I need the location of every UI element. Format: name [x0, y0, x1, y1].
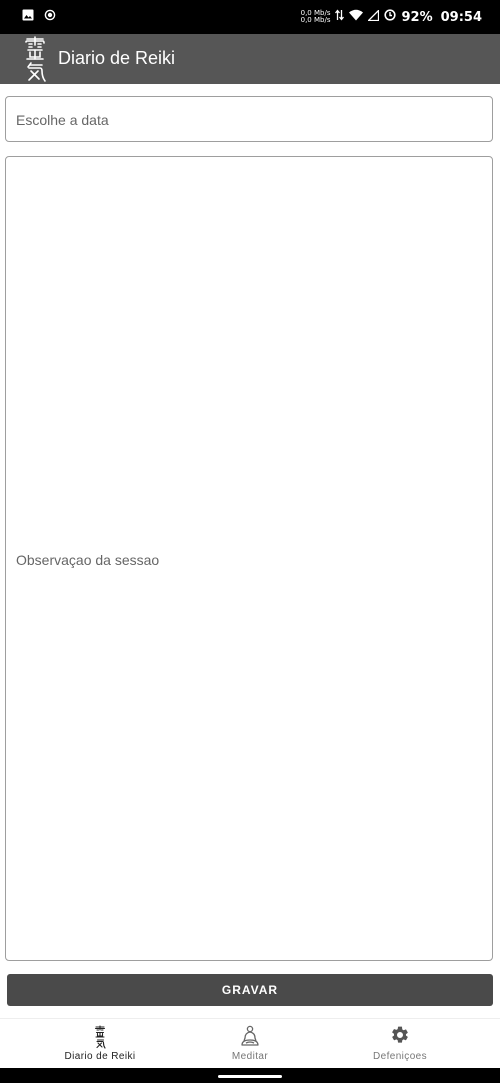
clock: 09:54 — [440, 9, 482, 25]
date-input-placeholder: Escolhe a data — [16, 112, 109, 128]
save-button-label: GRAVAR — [221, 983, 279, 997]
status-bar: 0,0 Mb/s 0,0 Mb/s 92% 09:54 — [0, 0, 500, 34]
nav-label-meditar: Meditar — [231, 1051, 269, 1062]
data-arrows-icon — [335, 8, 345, 26]
notes-placeholder: Observaçao da sessao — [16, 552, 160, 568]
record-icon — [44, 8, 56, 26]
nav-item-defenicoes[interactable]: Defeniçoes — [317, 1019, 483, 1069]
reiki-kanji-logo-icon — [23, 35, 47, 83]
gesture-bar — [0, 1068, 500, 1083]
app-bar: Diario de Reiki — [0, 34, 500, 84]
bottom-nav: Diario de Reiki Meditar Defeniçoes — [0, 1018, 500, 1069]
status-right-icons: 0,0 Mb/s 0,0 Mb/s 92% 09:54 — [301, 8, 482, 26]
net-speed: 0,0 Mb/s 0,0 Mb/s — [301, 10, 331, 24]
battery-percent: 92% — [401, 9, 433, 25]
nav-item-meditar[interactable]: Meditar — [167, 1019, 333, 1069]
save-button[interactable]: GRAVAR — [7, 974, 493, 1006]
reiki-kanji-icon — [94, 1025, 106, 1054]
signal-icon — [367, 8, 380, 26]
app-title: Diario de Reiki — [58, 48, 176, 68]
home-gesture-handle[interactable] — [218, 1075, 282, 1078]
gear-icon — [390, 1025, 410, 1050]
net-speed-down: 0,0 Mb/s — [300, 16, 331, 24]
status-left-icons — [22, 8, 56, 26]
meditation-icon — [240, 1025, 260, 1052]
session-notes-input[interactable]: Observaçao da sessao — [5, 156, 493, 961]
nav-label-defenicoes: Defeniçoes — [372, 1051, 428, 1062]
nav-item-diario[interactable]: Diario de Reiki — [17, 1019, 183, 1069]
date-input[interactable]: Escolhe a data — [5, 96, 493, 142]
wifi-icon — [349, 8, 364, 26]
image-icon — [22, 8, 34, 26]
nav-label-diario: Diario de Reiki — [64, 1051, 136, 1062]
battery-saver-icon — [384, 8, 397, 26]
